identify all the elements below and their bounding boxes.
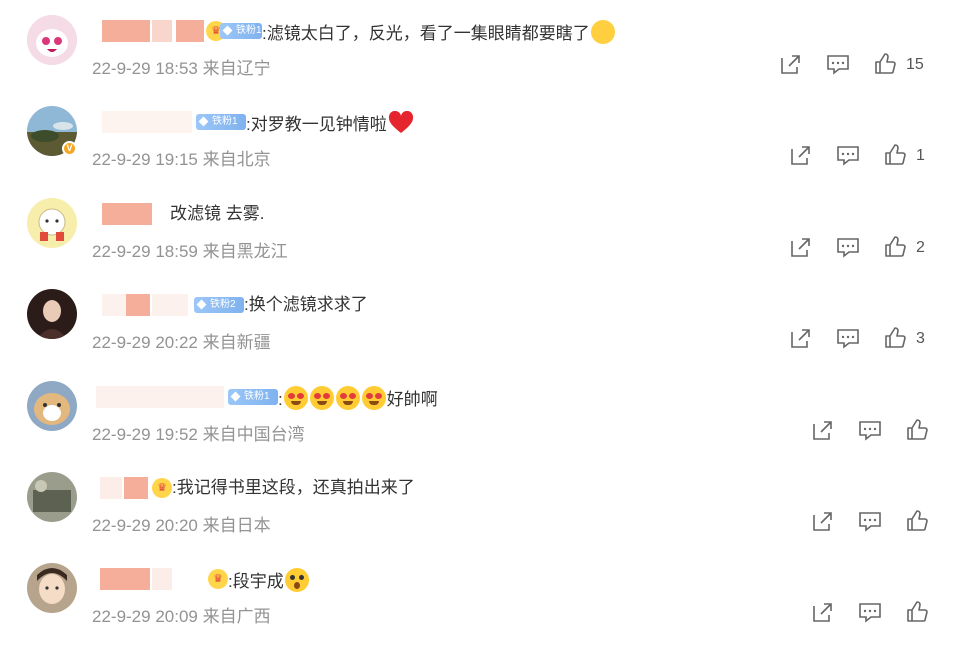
share-icon[interactable] [810,600,834,624]
comment-text: :对罗教一见钟情啦 [246,111,413,136]
username-redacted[interactable] [100,568,150,590]
comment-text: :我记得书里这段，还真拍出来了 [172,478,415,497]
heart-emoji-icon [388,111,413,135]
heart-eyes-emoji-icon [283,386,308,410]
thumbs-up-icon[interactable] [905,509,929,533]
verified-badge-icon: V [62,141,77,156]
share-icon[interactable] [810,509,834,533]
comment-item: ♛ 铁粉1 :滤镜太白了，反光，看了一集眼睛都要瞎了 22-9-29 18:53… [0,14,956,105]
comment-item: 铁粉1 : 好帥啊 22-9-29 19:52 来自中国台湾 [0,380,956,471]
comment-text: :段宇成 [228,568,310,593]
heart-eyes-emoji-icon [361,386,386,410]
comment-meta: 22-9-29 20:20 来自日本 [92,516,271,535]
fan-badge: 铁粉2 [194,297,244,313]
like-count: 1 [916,147,925,164]
avatar[interactable] [27,198,77,248]
comment-item: 铁粉2 :换个滤镜求求了 22-9-29 20:22 来自新疆 3 [0,288,956,379]
thumbs-up-icon[interactable] [883,235,907,259]
comment-meta: 22-9-29 19:52 来自中国台湾 [92,425,305,444]
fan-badge: 铁粉1 [220,23,262,39]
thumbs-up-icon[interactable] [883,326,907,350]
comment-item: V 铁粉1 :对罗教一见钟情啦 22-9-29 19:15 来自北京 1 [0,105,956,196]
comment-text: :换个滤镜求求了 [244,295,368,314]
shocked-emoji-icon [284,568,309,592]
share-icon[interactable] [810,418,834,442]
username-redacted[interactable] [152,294,188,316]
avatar-image [27,563,77,613]
fan-badge: 铁粉1 [228,389,278,405]
avatar-image [27,289,77,339]
thumbs-up-icon[interactable] [873,52,897,76]
heart-eyes-emoji-icon [309,386,334,410]
comment-meta: 22-9-29 20:09 来自广西 [92,607,271,626]
like-count: 2 [916,239,925,256]
fan-badge: 铁粉1 [196,114,246,130]
username-redacted[interactable] [126,294,150,316]
avatar-image [27,198,77,248]
username-redacted[interactable] [176,20,204,42]
comment-icon[interactable] [858,509,882,533]
share-icon[interactable] [788,326,812,350]
username-redacted[interactable] [102,20,150,42]
avatar[interactable] [27,472,77,522]
comment-item: ♛ :我记得书里这段，还真拍出来了 22-9-29 20:20 来自日本 [0,471,956,562]
crying-emoji-icon [590,20,615,44]
comment-item: 改滤镜 去雾. 22-9-29 18:59 来自黑龙江 2 [0,197,956,288]
comment-text: : 好帥啊 [278,386,438,411]
like-count: 3 [916,330,925,347]
username-redacted[interactable] [96,386,224,408]
username-redacted[interactable] [102,294,126,316]
share-icon[interactable] [778,52,802,76]
comment-icon[interactable] [858,418,882,442]
comment-text: :滤镜太白了，反光，看了一集眼睛都要瞎了 [262,20,616,45]
comment-icon[interactable] [826,52,850,76]
heart-eyes-emoji-icon [335,386,360,410]
avatar-image [27,15,77,65]
share-icon[interactable] [788,235,812,259]
comment-icon[interactable] [836,235,860,259]
share-icon[interactable] [788,143,812,167]
comment-icon[interactable] [836,326,860,350]
comment-meta: 22-9-29 20:22 来自新疆 [92,333,271,352]
avatar[interactable] [27,563,77,613]
avatar[interactable] [27,381,77,431]
username-redacted[interactable] [152,568,172,590]
avatar-image [27,381,77,431]
avatar[interactable] [27,289,77,339]
like-count: 15 [906,56,924,73]
thumbs-up-icon[interactable] [905,418,929,442]
avatar[interactable] [27,15,77,65]
username-redacted[interactable] [124,477,148,499]
comment-item: ♛ :段宇成 22-9-29 20:09 来自广西 [0,562,956,653]
username-redacted[interactable] [102,111,192,133]
crown-icon: ♛ [208,569,228,589]
username-redacted[interactable] [152,20,172,42]
crown-icon: ♛ [152,478,172,498]
thumbs-up-icon[interactable] [905,600,929,624]
comment-meta: 22-9-29 18:53 来自辽宁 [92,59,271,78]
avatar-image [27,472,77,522]
comment-text: 改滤镜 去雾. [170,204,265,223]
username-redacted[interactable] [100,477,122,499]
comment-meta: 22-9-29 19:15 来自北京 [92,150,271,169]
comment-icon[interactable] [858,600,882,624]
comment-meta: 22-9-29 18:59 来自黑龙江 [92,242,288,261]
username-redacted[interactable] [102,203,152,225]
thumbs-up-icon[interactable] [883,143,907,167]
comment-icon[interactable] [836,143,860,167]
